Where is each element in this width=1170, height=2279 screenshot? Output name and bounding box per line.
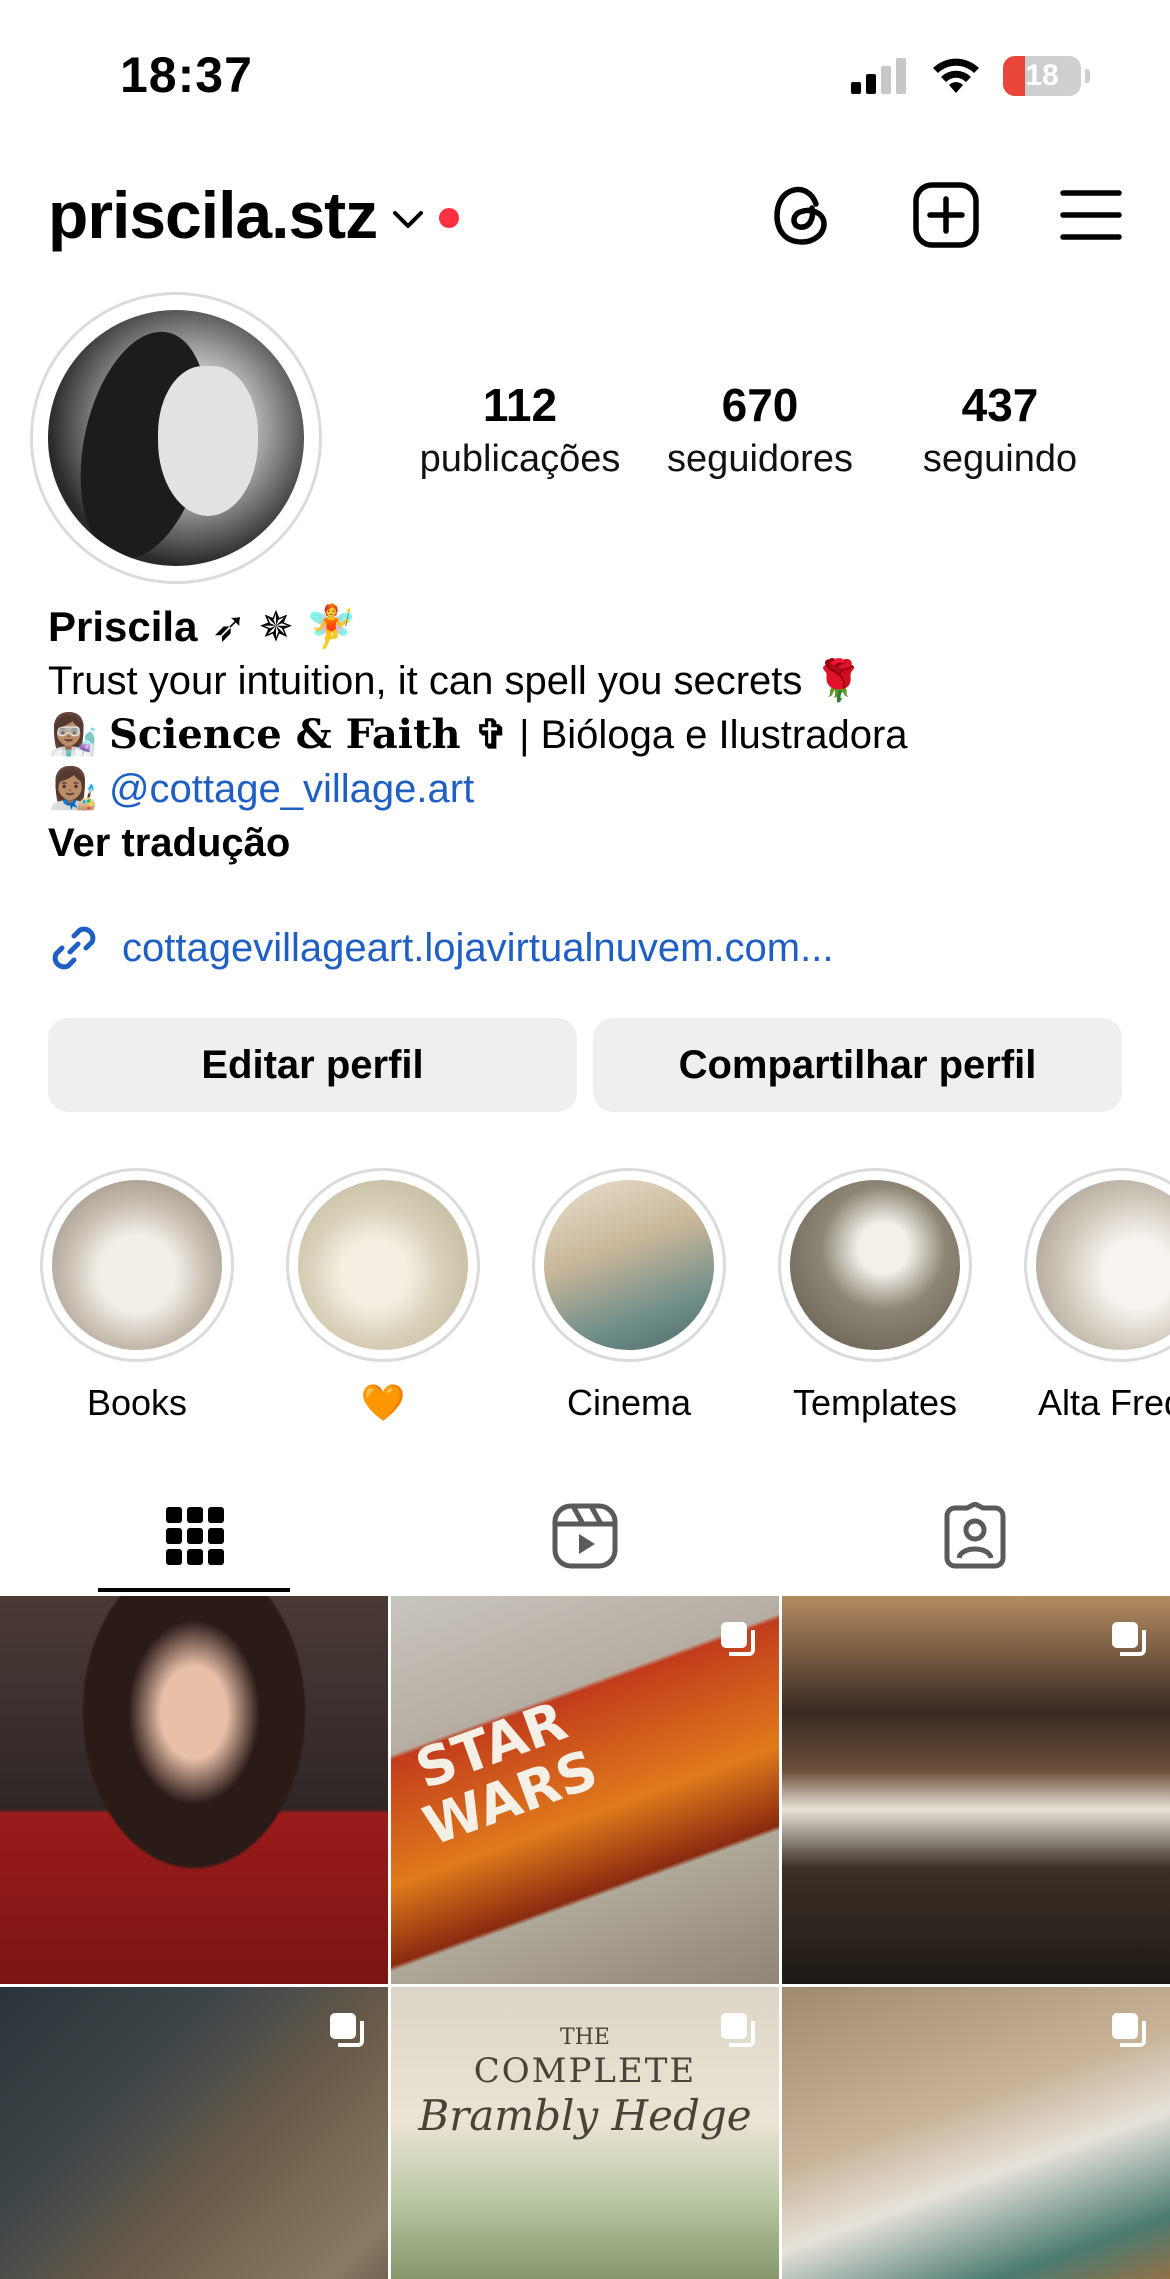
new-post-icon[interactable] — [912, 181, 980, 249]
tab-tagged[interactable] — [780, 1480, 1170, 1592]
profile-actions: Editar perfil Compartilhar perfil — [48, 1018, 1122, 1112]
tab-posts[interactable] — [0, 1480, 390, 1592]
reels-icon — [552, 1503, 618, 1569]
post-book-brambly-title: Brambly Hedge — [418, 2091, 752, 2140]
username-title[interactable]: priscila.stz — [48, 177, 378, 253]
post-thumbnail[interactable]: THE COMPLETE Brambly Hedge — [391, 1987, 779, 2279]
story-highlights: Books 🧡 Cinema Templates Alta Frequ — [40, 1168, 1170, 1424]
highlight-heart-label: 🧡 — [360, 1382, 406, 1423]
see-translation-link[interactable]: Ver tradução — [48, 816, 1128, 870]
bio-line-1: Trust your intuition, it can spell you s… — [48, 659, 864, 703]
status-bar: 18:37 18 — [0, 0, 1170, 150]
highlight-books-cover — [52, 1180, 222, 1350]
profile-name: Priscila ➶ ✵ 🧚 — [48, 600, 1128, 654]
grid-icon — [166, 1507, 224, 1565]
highlight-cinema-cover — [544, 1180, 714, 1350]
external-link-text[interactable]: cottagevillageart.lojavirtualnuvem.com..… — [122, 926, 833, 971]
carousel-icon — [1112, 2013, 1146, 2047]
menu-icon[interactable] — [1060, 189, 1122, 241]
highlight-heart-cover — [298, 1180, 468, 1350]
threads-icon[interactable] — [772, 182, 832, 248]
status-time: 18:37 — [120, 47, 253, 103]
post-thumbnail[interactable]: STAR WARS — [391, 1596, 779, 1984]
battery-icon: 18 — [1003, 56, 1081, 96]
highlight-templates-cover — [790, 1180, 960, 1350]
posts-grid: STAR WARS THE COMPLETE Brambly Hedge — [0, 1596, 1170, 2279]
stat-followers[interactable]: 670 seguidores — [640, 378, 880, 481]
wifi-icon — [933, 58, 979, 93]
highlight-templates[interactable]: Templates — [778, 1168, 972, 1424]
avatar[interactable] — [48, 310, 304, 566]
stat-followers-count: 670 — [721, 379, 799, 431]
cellular-signal-icon — [851, 58, 906, 94]
profile-tabs — [0, 1480, 1170, 1592]
highlight-templates-label: Templates — [792, 1382, 958, 1423]
profile-name-text: Priscila — [48, 603, 198, 650]
stat-following-label: seguindo — [922, 438, 1078, 480]
profile-name-emojis: ➶ ✵ 🧚 — [211, 603, 358, 650]
highlight-alta-frequencia-cover — [1036, 1180, 1170, 1350]
stat-posts-count: 112 — [482, 379, 558, 431]
stat-followers-label: seguidores — [667, 438, 853, 480]
link-icon — [52, 926, 96, 970]
bio-line-2: 👩🏽‍🔬 Science & Faith ✞ | Bióloga e Ilust… — [48, 708, 1128, 762]
bio-line-3: 👩🏽‍🎨 @cottage_village.art — [48, 762, 1128, 816]
profile-avatar-ring[interactable] — [30, 292, 322, 584]
scientist-emoji: 👩🏽‍🔬 — [48, 713, 98, 757]
tab-reels[interactable] — [390, 1480, 780, 1592]
stat-following-count: 437 — [961, 379, 1039, 431]
stat-posts-label: publicações — [419, 438, 621, 480]
status-icons: 18 — [851, 56, 1090, 96]
highlight-books[interactable]: Books — [40, 1168, 234, 1424]
profile-bio: Priscila ➶ ✵ 🧚 Trust your intuition, it c… — [48, 600, 1128, 870]
carousel-icon — [330, 2013, 364, 2047]
highlight-alta-frequencia[interactable]: Alta Frequ — [1024, 1168, 1170, 1424]
battery-level: 18 — [1025, 59, 1059, 92]
highlight-alta-frequencia-label: Alta Frequ — [1037, 1382, 1170, 1423]
post-book-complete: COMPLETE — [473, 2051, 697, 2091]
post-book-title: STAR WARS — [407, 1689, 606, 1859]
post-thumbnail[interactable] — [782, 1596, 1170, 1984]
carousel-icon — [721, 2013, 755, 2047]
highlight-cinema-label: Cinema — [566, 1382, 692, 1423]
stat-following[interactable]: 437 seguindo — [880, 378, 1120, 481]
carousel-icon — [1112, 1622, 1146, 1656]
carousel-icon — [721, 1622, 755, 1656]
external-link[interactable]: cottagevillageart.lojavirtualnuvem.com..… — [48, 922, 833, 974]
tagged-user-icon — [944, 1502, 1006, 1569]
post-thumbnail[interactable] — [782, 1987, 1170, 2279]
artist-emoji: 👩🏽‍🎨 — [48, 767, 98, 811]
stat-posts[interactable]: 112 publicações — [400, 378, 640, 481]
bio-profession-text: | Bióloga e Ilustradora — [508, 713, 908, 757]
post-thumbnail[interactable] — [0, 1987, 388, 2279]
highlight-cinema[interactable]: Cinema — [532, 1168, 726, 1424]
highlight-books-label: Books — [86, 1382, 188, 1423]
mention-link[interactable]: @cottage_village.art — [109, 767, 474, 811]
post-thumbnail[interactable] — [0, 1596, 388, 1984]
bio-serif-text: Science & Faith ✞ — [108, 711, 508, 758]
edit-profile-button[interactable]: Editar perfil — [48, 1018, 577, 1112]
profile-header: priscila.stz — [48, 170, 1122, 260]
chevron-down-icon[interactable] — [391, 209, 425, 231]
share-profile-button[interactable]: Compartilhar perfil — [593, 1018, 1122, 1112]
notification-dot — [439, 208, 460, 228]
profile-stats: 112 publicações 670 seguidores 437 segui… — [400, 378, 1120, 481]
highlight-heart[interactable]: 🧡 — [286, 1168, 480, 1424]
